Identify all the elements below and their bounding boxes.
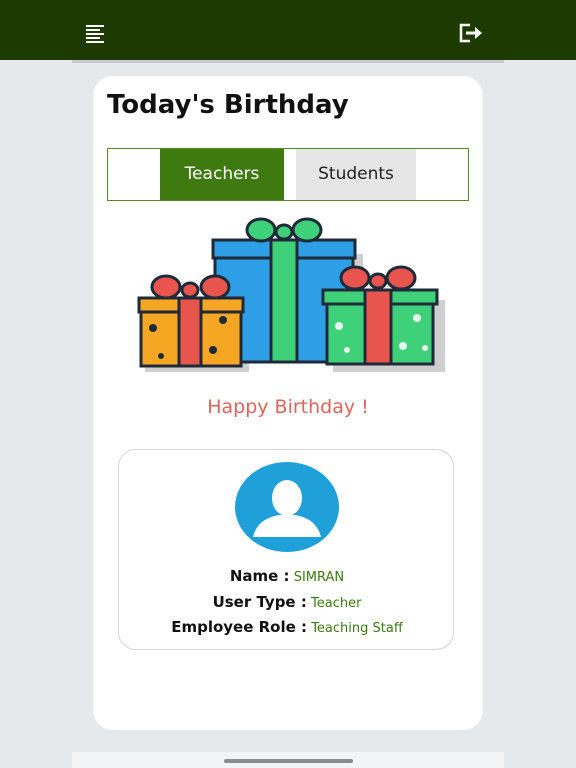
page-title: Today's Birthday bbox=[107, 90, 349, 120]
profile-card: Name : SIMRAN User Type : Teacher Employ… bbox=[118, 449, 454, 650]
user-type-value: Teacher bbox=[311, 596, 362, 611]
name-label: Name : bbox=[229, 567, 290, 585]
gift-boxes-icon bbox=[133, 210, 453, 380]
birthday-greeting: Happy Birthday ! bbox=[207, 396, 369, 418]
employee-role-label: Employee Role : bbox=[171, 618, 308, 636]
tab-bar: Teachers Students bbox=[107, 148, 469, 201]
birthday-card: Today's Birthday Teachers Students Happy… bbox=[93, 76, 483, 730]
name-row: Name : SIMRAN bbox=[119, 567, 455, 585]
employee-role-value: Teaching Staff bbox=[311, 621, 403, 636]
logout-icon[interactable] bbox=[456, 20, 484, 46]
user-type-row: User Type : Teacher bbox=[119, 593, 455, 611]
name-value: SIMRAN bbox=[293, 570, 345, 585]
employee-role-row: Employee Role : Teaching Staff bbox=[119, 618, 455, 636]
user-type-label: User Type : bbox=[212, 593, 307, 611]
user-avatar-icon bbox=[233, 461, 341, 553]
tab-students[interactable]: Students bbox=[296, 149, 416, 200]
tab-teachers[interactable]: Teachers bbox=[160, 149, 284, 200]
top-app-bar bbox=[0, 0, 576, 60]
header-divider bbox=[72, 60, 504, 63]
home-indicator[interactable] bbox=[224, 759, 353, 763]
menu-icon[interactable] bbox=[84, 20, 110, 46]
